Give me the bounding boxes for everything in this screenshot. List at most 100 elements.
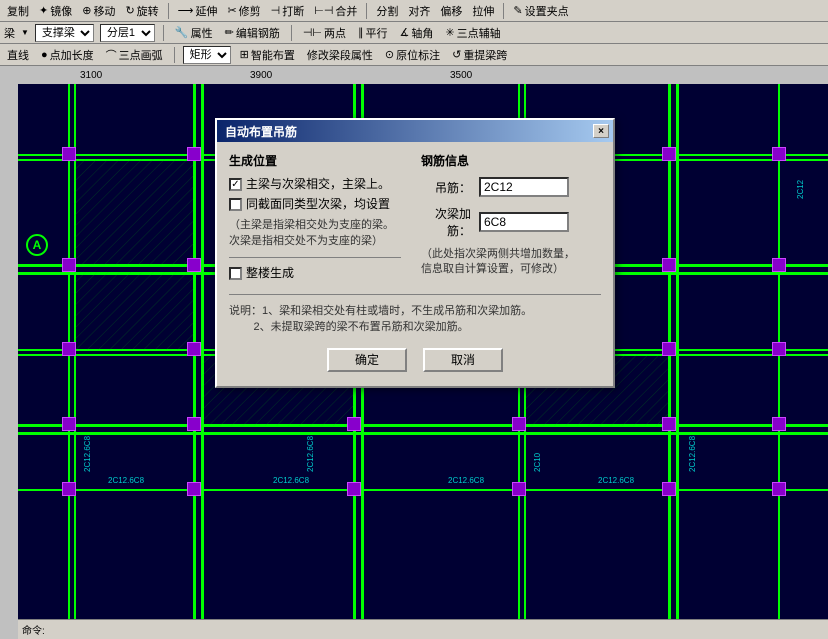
rotate-btn[interactable]: ↻ 旋转	[122, 2, 161, 20]
explain-section: 说明：1、梁和梁相交处有柱或墙时，不生成吊筋和次梁加筋。 2、未提取梁跨的梁不布…	[229, 303, 601, 336]
scale-bar: 3100 3900 3500	[0, 66, 828, 84]
dialog-right-section: 钢筋信息 吊筋： 次梁加筋： （此处指次梁两侧共增加数量，信息取自计算设置，可修…	[421, 152, 601, 286]
position-mark-btn[interactable]: ⊙ 原位标注	[382, 46, 443, 64]
col-marker-10	[662, 258, 676, 272]
explain-text: 说明：1、梁和梁相交处有柱或墙时，不生成吊筋和次梁加筋。 2、未提取梁跨的梁不布…	[229, 303, 601, 336]
status-bar: 命令:	[18, 619, 828, 639]
offset-btn[interactable]: 偏移	[437, 2, 465, 20]
dialog-close-button[interactable]: ×	[593, 124, 609, 138]
extend-btn[interactable]: ⟶ 延伸	[175, 2, 221, 20]
properties-btn[interactable]: 🔧 属性	[172, 24, 216, 42]
section-generate-title: 生成位置	[229, 152, 401, 169]
break-btn[interactable]: ⊣ 打断	[268, 2, 308, 20]
vert-label-1: 2C12.6C8	[83, 436, 92, 472]
reextract-span-btn[interactable]: ↺ 重提梁跨	[449, 46, 510, 64]
beam-h4	[18, 424, 828, 427]
rebar-note: （此处指次梁两侧共增加数量，信息取自计算设置，可修改）	[421, 247, 601, 278]
col-marker-17	[62, 342, 76, 356]
col-marker-26	[347, 482, 361, 496]
col-marker-6	[62, 147, 76, 161]
vert-label-4: 2C12.6C8	[688, 436, 697, 472]
grip-btn[interactable]: ✎ 设置夹点	[510, 2, 571, 20]
three-point-axis-btn[interactable]: ✳ 三点辅轴	[442, 24, 503, 42]
side-label-1: 2C12	[796, 180, 805, 199]
col-marker-16	[662, 342, 676, 356]
section-rebar-title: 钢筋信息	[421, 152, 601, 169]
layer-select[interactable]: 分层1	[100, 24, 155, 42]
rebar1-row: 吊筋：	[421, 177, 601, 197]
split-btn[interactable]: 分割	[373, 2, 401, 20]
copy-btn[interactable]: 复制	[4, 2, 32, 20]
checkbox1-row: 主梁与次梁相交，主梁上。	[229, 177, 401, 193]
move-btn[interactable]: ⊕ 移动	[79, 2, 118, 20]
toolbar-draw: 直线 ● 点加长度 ⌒ 三点画弧 矩形 ⊞ 智能布置 修改梁段属性 ⊙ 原位标注…	[0, 44, 828, 66]
beam-h5	[18, 489, 828, 491]
col-marker-23	[62, 417, 76, 431]
cad-application: 复制 ✦ 镜像 ⊕ 移动 ↻ 旋转 ⟶ 延伸 ✂ 修剪 ⊣ 打断 ⊢⊣ 合并 分…	[0, 0, 828, 639]
col-marker-7	[187, 258, 201, 272]
checkbox3-label: 整楼生成	[246, 266, 294, 282]
line-btn[interactable]: 直线	[4, 46, 32, 64]
checkbox3-row: 整楼生成	[229, 266, 401, 282]
dialog-buttons: 确定 取消	[229, 348, 601, 376]
col-marker-28	[662, 482, 676, 496]
toolbar-beam: 梁 ▼ 支撑梁 分层1 🔧 属性 ✏ 编辑钢筋 ⊣⊢ 两点 ∥ 平行 ∡ 轴角 …	[0, 22, 828, 44]
checkbox-whole-floor[interactable]	[229, 267, 242, 280]
note1-text: （主梁是指梁相交处为支座的梁。次梁是指相交处不为支座的梁）	[229, 218, 401, 249]
rebar2-input[interactable]	[479, 212, 569, 232]
checkbox1-label: 主梁与次梁相交，主梁上。	[246, 177, 390, 193]
align-btn[interactable]: 对齐	[405, 2, 433, 20]
dialog-left-section: 生成位置 主梁与次梁相交，主梁上。 同截面同类型次梁，均设置 （主梁是指梁相交处…	[229, 152, 401, 286]
modify-beam-attr-btn[interactable]: 修改梁段属性	[304, 46, 376, 64]
merge-btn[interactable]: ⊢⊣ 合并	[311, 2, 360, 20]
scale-3500: 3500	[450, 66, 472, 84]
beam-type-select[interactable]: 支撑梁	[35, 24, 94, 42]
shape-select[interactable]: 矩形	[183, 46, 231, 64]
col-marker-21	[512, 417, 526, 431]
toolbar-edit: 复制 ✦ 镜像 ⊕ 移动 ↻ 旋转 ⟶ 延伸 ✂ 修剪 ⊣ 打断 ⊢⊣ 合并 分…	[0, 0, 828, 22]
col-marker-22	[662, 417, 676, 431]
checkbox2-label: 同截面同类型次梁，均设置	[246, 197, 390, 213]
horiz-label-2: 2C12.6C8	[273, 476, 309, 485]
ok-button[interactable]: 确定	[327, 348, 407, 372]
checkbox-same-type[interactable]	[229, 198, 242, 211]
col-marker-20	[347, 417, 361, 431]
col-marker-19	[187, 417, 201, 431]
col-marker-27	[512, 482, 526, 496]
checkbox2-row: 同截面同类型次梁，均设置	[229, 197, 401, 213]
axis-label-a: A	[26, 234, 48, 256]
arc-btn[interactable]: ⌒ 三点画弧	[103, 46, 166, 64]
stretch-btn[interactable]: 拉伸	[469, 2, 497, 20]
checkbox-main-secondary[interactable]	[229, 178, 242, 191]
edit-rebar-btn[interactable]: ✏ 编辑钢筋	[222, 24, 283, 42]
two-point-btn[interactable]: ⊣⊢ 两点	[300, 24, 349, 42]
parallel-btn[interactable]: ∥ 平行	[355, 24, 391, 42]
col-marker-25	[187, 482, 201, 496]
point-length-btn[interactable]: ● 点加长度	[38, 46, 97, 64]
left-ruler	[0, 84, 18, 639]
col-marker-11	[62, 258, 76, 272]
col-marker-30	[772, 482, 786, 496]
beam-type-label: 梁	[4, 25, 15, 41]
scale-3100: 3100	[80, 66, 102, 84]
dialog-body: 生成位置 主梁与次梁相交，主梁上。 同截面同类型次梁，均设置 （主梁是指梁相交处…	[217, 142, 613, 386]
col-marker-29	[62, 482, 76, 496]
col-marker-13	[187, 342, 201, 356]
col-marker-4	[662, 147, 676, 161]
divider2	[229, 294, 601, 295]
status-text: 命令:	[22, 622, 45, 637]
cancel-button[interactable]: 取消	[423, 348, 503, 372]
trim-btn[interactable]: ✂ 修剪	[224, 2, 263, 20]
beam-v5b	[676, 84, 679, 619]
hatch1	[74, 159, 194, 265]
col-marker-1	[187, 147, 201, 161]
auto-stir-dialog: 自动布置吊筋 × 生成位置 主梁与次梁相交，主梁上。 同截面同类型次梁，均设置	[215, 118, 615, 388]
rebar1-input[interactable]	[479, 177, 569, 197]
mirror-btn[interactable]: ✦ 镜像	[36, 2, 75, 20]
dialog-columns: 生成位置 主梁与次梁相交，主梁上。 同截面同类型次梁，均设置 （主梁是指梁相交处…	[229, 152, 601, 286]
rebar2-row: 次梁加筋：	[421, 205, 601, 239]
rebar1-label: 吊筋：	[421, 179, 471, 196]
horiz-label-3: 2C12.6C8	[448, 476, 484, 485]
axis-angle-btn[interactable]: ∡ 轴角	[397, 24, 437, 42]
smart-layout-btn[interactable]: ⊞ 智能布置	[237, 46, 298, 64]
